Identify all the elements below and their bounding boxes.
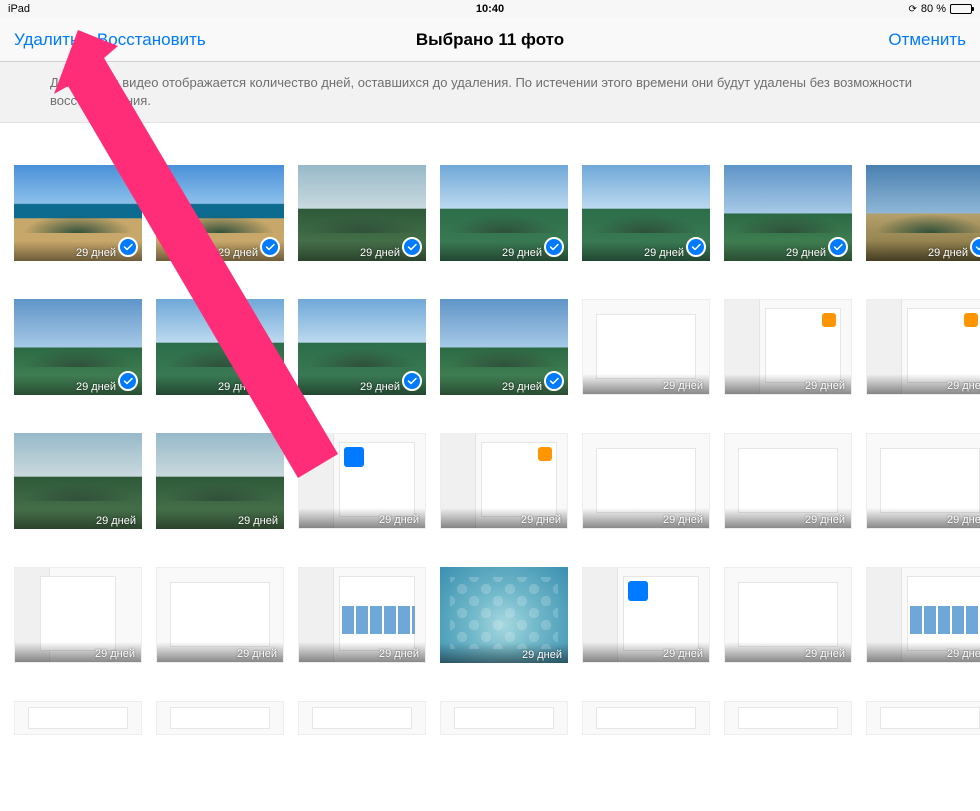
photo-thumbnail[interactable]: 29 дней — [298, 165, 426, 261]
photo-thumbnail[interactable]: 29 дней — [440, 567, 568, 663]
days-remaining-label: 29 дней — [299, 642, 425, 662]
days-remaining-label: 29 дней — [867, 508, 980, 528]
photo-thumbnail[interactable]: 29 дней — [14, 165, 142, 261]
days-remaining-label: 29 дней — [157, 642, 283, 662]
photo-thumbnail[interactable]: 29 дней — [14, 299, 142, 395]
status-left: iPad — [8, 3, 30, 15]
photo-thumbnail[interactable]: 29 дней — [582, 165, 710, 261]
photo-thumbnail[interactable]: 29 дней — [298, 433, 426, 529]
info-text: Для фото и видео отображается количество… — [50, 75, 912, 108]
photo-thumbnail[interactable]: 29 дней — [156, 165, 284, 261]
orientation-lock-icon: ⟳ — [909, 4, 917, 15]
photo-thumbnail[interactable]: 29 дней — [866, 165, 980, 261]
photo-thumbnail[interactable] — [866, 701, 980, 735]
photo-thumbnail[interactable]: 29 дней — [582, 433, 710, 529]
nav-bar: Удалить Восстановить Выбрано 11 фото Отм… — [0, 18, 980, 62]
days-remaining-label: 29 дней — [867, 642, 980, 662]
days-remaining-label: 29 дней — [299, 508, 425, 528]
info-banner: Для фото и видео отображается количество… — [0, 62, 980, 123]
photo-thumbnail[interactable]: 29 дней — [156, 567, 284, 663]
photo-thumbnail[interactable] — [14, 701, 142, 735]
photo-thumbnail[interactable]: 29 дней — [724, 433, 852, 529]
cancel-button[interactable]: Отменить — [888, 30, 966, 50]
photo-thumbnail[interactable]: 29 дней — [440, 433, 568, 529]
photo-thumbnail[interactable]: 29 дней — [866, 567, 980, 663]
photo-thumbnail[interactable]: 29 дней — [14, 433, 142, 529]
days-remaining-label: 29 дней — [583, 642, 709, 662]
photo-thumbnail[interactable]: 29 дней — [724, 299, 852, 395]
photo-thumbnail[interactable]: 29 дней — [440, 299, 568, 395]
photo-thumbnail[interactable]: 29 дней — [298, 567, 426, 663]
status-bar: iPad 10:40 ⟳ 80 % — [0, 0, 980, 18]
photo-thumbnail[interactable] — [298, 701, 426, 735]
photo-thumbnail[interactable]: 29 дней — [14, 567, 142, 663]
photo-grid: 29 дней29 дней29 дней29 дней29 дней29 дн… — [0, 123, 980, 811]
restore-button[interactable]: Восстановить — [97, 30, 206, 50]
photo-thumbnail[interactable]: 29 дней — [866, 433, 980, 529]
battery-icon — [950, 4, 972, 14]
days-remaining-label: 29 дней — [725, 374, 851, 394]
photo-thumbnail[interactable]: 29 дней — [724, 567, 852, 663]
status-time: 10:40 — [476, 3, 504, 15]
days-remaining-label: 29 дней — [725, 508, 851, 528]
battery-percent: 80 % — [921, 3, 946, 15]
days-remaining-label: 29 дней — [583, 374, 709, 394]
status-right: ⟳ 80 % — [909, 3, 972, 15]
days-remaining-label: 29 дней — [583, 508, 709, 528]
photo-thumbnail[interactable]: 29 дней — [156, 299, 284, 395]
days-remaining-label: 29 дней — [725, 642, 851, 662]
delete-button[interactable]: Удалить — [14, 30, 79, 50]
photo-thumbnail[interactable]: 29 дней — [724, 165, 852, 261]
photo-thumbnail[interactable] — [440, 701, 568, 735]
photo-thumbnail[interactable] — [724, 701, 852, 735]
photo-thumbnail[interactable]: 29 дней — [582, 567, 710, 663]
days-remaining-label: 29 дней — [867, 374, 980, 394]
days-remaining-label: 29 дней — [441, 508, 567, 528]
photo-thumbnail[interactable]: 29 дней — [866, 299, 980, 395]
photo-thumbnail[interactable] — [156, 701, 284, 735]
photo-thumbnail[interactable]: 29 дней — [582, 299, 710, 395]
photo-thumbnail[interactable]: 29 дней — [298, 299, 426, 395]
photo-thumbnail[interactable]: 29 дней — [440, 165, 568, 261]
photo-thumbnail[interactable]: 29 дней — [156, 433, 284, 529]
photo-thumbnail[interactable] — [582, 701, 710, 735]
days-remaining-label: 29 дней — [14, 509, 142, 529]
days-remaining-label: 29 дней — [15, 642, 141, 662]
days-remaining-label: 29 дней — [440, 643, 568, 663]
days-remaining-label: 29 дней — [156, 509, 284, 529]
days-remaining-label: 29 дней — [866, 241, 980, 261]
device-label: iPad — [8, 3, 30, 15]
nav-title: Выбрано 11 фото — [416, 30, 564, 50]
